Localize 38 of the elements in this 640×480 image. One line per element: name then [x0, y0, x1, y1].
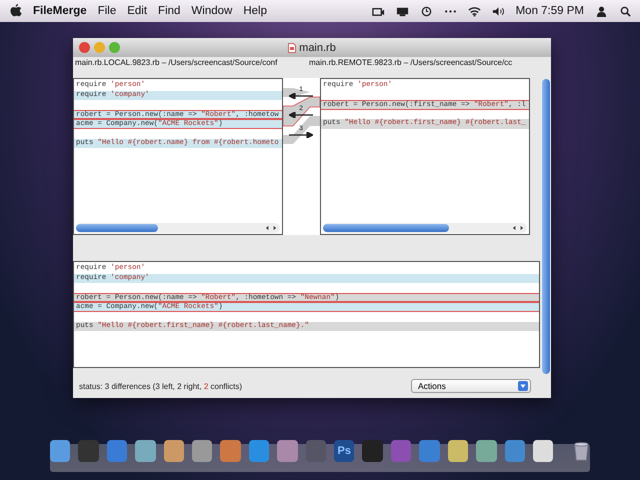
- horizontal-scrollbar[interactable]: [76, 223, 280, 233]
- menu-item[interactable]: Window: [191, 5, 232, 17]
- right-file-path: main.rb.REMOTE.9823.rb – /Users/screencast/Source/cc: [308, 58, 514, 69]
- menu-clock[interactable]: Mon 7:59 PM: [516, 5, 584, 17]
- scroll-arrows-icon[interactable]: [265, 225, 277, 231]
- status-text: status: 3 differences (3 left, 2 right, 2 conflicts): [79, 382, 242, 390]
- left-arrow-icon[interactable]: [289, 93, 313, 99]
- close-button[interactable]: [79, 42, 90, 53]
- display-icon[interactable]: [396, 6, 409, 16]
- trash-icon[interactable]: [573, 440, 590, 462]
- scroll-arrows-icon[interactable]: [512, 225, 524, 231]
- left-file-path: main.rb.LOCAL.9823.rb – /Users/screencast/Source/conf: [74, 58, 278, 69]
- wifi-icon[interactable]: [468, 6, 481, 16]
- menu-item[interactable]: Edit: [127, 5, 148, 17]
- menu-item[interactable]: Help: [243, 5, 267, 17]
- volume-icon[interactable]: [492, 6, 505, 16]
- clock-icon[interactable]: [420, 6, 433, 16]
- actions-dropdown[interactable]: Actions: [411, 379, 531, 393]
- right-arrow-icon[interactable]: [289, 132, 313, 138]
- window-title: main.rb: [299, 42, 336, 54]
- app-menu[interactable]: FileMerge: [33, 5, 87, 17]
- camera-icon[interactable]: [372, 6, 385, 16]
- document-icon: [288, 42, 296, 52]
- dock-app-icon[interactable]: [164, 440, 184, 462]
- left-arrow-icon[interactable]: [289, 112, 313, 118]
- apple-logo-icon[interactable]: [10, 4, 22, 18]
- menu-item[interactable]: File: [98, 5, 116, 17]
- dock-app-icon[interactable]: [248, 440, 270, 462]
- dock-app-icon[interactable]: [532, 440, 554, 462]
- dock-app-icon[interactable]: [448, 440, 468, 462]
- user-icon[interactable]: [595, 6, 608, 16]
- vertical-scrollbar[interactable]: [541, 79, 551, 374]
- search-icon[interactable]: [619, 6, 632, 16]
- dock-app-icon[interactable]: Ps: [334, 440, 354, 462]
- menu-item[interactable]: Find: [158, 5, 180, 17]
- horizontal-scrollbar[interactable]: [323, 223, 527, 233]
- dock-app-icon[interactable]: [106, 440, 128, 462]
- caret-icon: [518, 381, 528, 391]
